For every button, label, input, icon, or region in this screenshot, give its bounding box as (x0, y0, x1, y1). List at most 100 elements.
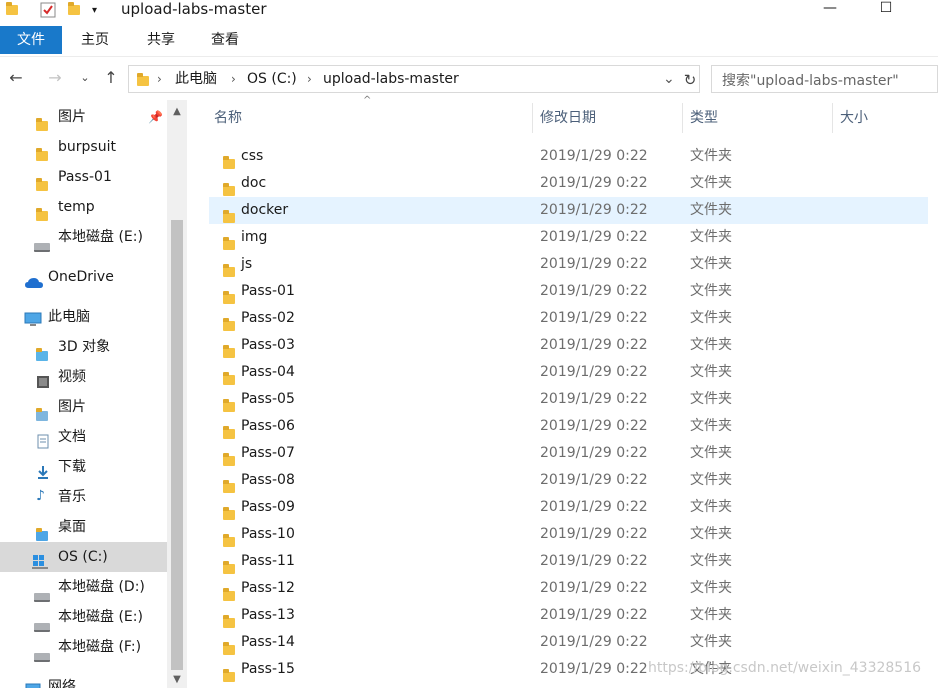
table-row[interactable]: doc 2019/1/29 0:22 文件夹 (209, 170, 928, 197)
customize-toolbar-chevron-icon[interactable]: ▾ (92, 0, 97, 20)
file-type: 文件夹 (690, 499, 732, 515)
pin-icon: 📌 (148, 110, 163, 124)
sidebar-item-network[interactable]: 网络 (0, 672, 167, 688)
sidebar-item-drive-f[interactable]: 本地磁盘 (F:) (0, 632, 167, 662)
column-divider[interactable] (532, 103, 533, 133)
sidebar-item-label: 本地磁盘 (D:) (58, 579, 145, 595)
tab-share[interactable]: 共享 (136, 26, 186, 54)
file-name: img (241, 229, 268, 245)
breadcrumb-chevron-icon[interactable]: › (307, 70, 312, 88)
table-row[interactable]: Pass-06 2019/1/29 0:22 文件夹 (209, 413, 928, 440)
table-row[interactable]: docker 2019/1/29 0:22 文件夹 (209, 197, 928, 224)
tab-view[interactable]: 查看 (200, 26, 250, 54)
tab-home[interactable]: 主页 (70, 26, 120, 54)
breadcrumb-os-c[interactable]: OS (C:) (247, 70, 297, 88)
column-header-type[interactable]: 类型 (690, 103, 718, 133)
breadcrumb-upload-labs-master[interactable]: upload-labs-master (323, 70, 459, 88)
ribbon-tabs: 文件 主页 共享 查看 (0, 26, 938, 57)
table-row[interactable]: img 2019/1/29 0:22 文件夹 (209, 224, 928, 251)
minimize-button[interactable]: — (810, 0, 850, 20)
recent-locations-chevron-icon[interactable]: ⌄ (74, 67, 96, 89)
column-divider[interactable] (682, 103, 683, 133)
sidebar-item-onedrive[interactable]: OneDrive (0, 262, 167, 292)
sidebar-item-os-c[interactable]: OS (C:) (0, 542, 167, 572)
back-button[interactable]: ← (5, 67, 27, 89)
file-name: Pass-06 (241, 418, 295, 434)
sidebar-scrollbar[interactable]: ▲ ▼ (167, 100, 187, 688)
refresh-icon[interactable]: ↻ (679, 69, 701, 91)
file-date: 2019/1/29 0:22 (540, 391, 648, 407)
sidebar-item-temp[interactable]: temp (0, 192, 167, 222)
file-type: 文件夹 (690, 580, 732, 596)
sidebar-item-desktop[interactable]: 桌面 (0, 512, 167, 542)
scroll-up-icon[interactable]: ▲ (167, 104, 187, 120)
sidebar-item-pictures-pinned[interactable]: 图片 📌 (0, 102, 167, 132)
file-date: 2019/1/29 0:22 (540, 445, 648, 461)
table-row[interactable]: Pass-05 2019/1/29 0:22 文件夹 (209, 386, 928, 413)
breadcrumb-this-pc[interactable]: 此电脑 (175, 70, 217, 88)
sidebar-item-drive-d[interactable]: 本地磁盘 (D:) (0, 572, 167, 602)
sidebar-item-documents[interactable]: 文档 (0, 422, 167, 452)
breadcrumb-chevron-icon[interactable]: › (157, 70, 162, 88)
sidebar-item-drive-e-quick[interactable]: 本地磁盘 (E:) (0, 222, 167, 252)
file-type: 文件夹 (690, 607, 732, 623)
table-row[interactable]: Pass-10 2019/1/29 0:22 文件夹 (209, 521, 928, 548)
network-icon (24, 678, 42, 688)
tab-file[interactable]: 文件 (0, 26, 62, 54)
file-date: 2019/1/29 0:22 (540, 472, 648, 488)
table-row[interactable]: Pass-07 2019/1/29 0:22 文件夹 (209, 440, 928, 467)
file-type: 文件夹 (690, 256, 732, 272)
column-header-name[interactable]: 名称 (214, 103, 242, 133)
new-folder-icon[interactable] (68, 0, 80, 20)
file-type: 文件夹 (690, 283, 732, 299)
file-type: 文件夹 (690, 553, 732, 569)
sidebar-item-pass-01[interactable]: Pass-01 (0, 162, 167, 192)
table-row[interactable]: Pass-03 2019/1/29 0:22 文件夹 (209, 332, 928, 359)
sidebar-item-label: 文档 (58, 429, 86, 445)
table-row[interactable]: Pass-12 2019/1/29 0:22 文件夹 (209, 575, 928, 602)
sort-ascending-icon: ^ (363, 95, 372, 106)
sidebar-item-music[interactable]: ♪ 音乐 (0, 482, 167, 512)
maximize-button[interactable]: ☐ (866, 0, 906, 20)
sidebar-item-this-pc[interactable]: 此电脑 (0, 302, 167, 332)
sidebar-item-pictures[interactable]: 图片 (0, 392, 167, 422)
table-row[interactable]: Pass-11 2019/1/29 0:22 文件夹 (209, 548, 928, 575)
breadcrumb-chevron-icon[interactable]: › (231, 70, 236, 88)
table-row[interactable]: js 2019/1/29 0:22 文件夹 (209, 251, 928, 278)
file-type: 文件夹 (690, 634, 732, 650)
column-header-size[interactable]: 大小 (840, 103, 868, 133)
sidebar-item-burpsuit[interactable]: burpsuit (0, 132, 167, 162)
forward-button[interactable]: → (44, 67, 66, 89)
properties-check-icon[interactable] (40, 0, 56, 20)
scroll-down-icon[interactable]: ▼ (167, 672, 187, 688)
sidebar-item-label: OneDrive (48, 269, 114, 285)
sidebar-item-label: burpsuit (58, 139, 116, 155)
table-row[interactable]: Pass-09 2019/1/29 0:22 文件夹 (209, 494, 928, 521)
file-type: 文件夹 (690, 364, 732, 380)
sidebar-item-label: temp (58, 199, 95, 215)
sidebar-item-downloads[interactable]: 下载 (0, 452, 167, 482)
sidebar-item-3d-objects[interactable]: 3D 对象 (0, 332, 167, 362)
table-row[interactable]: css 2019/1/29 0:22 文件夹 (209, 143, 928, 170)
sidebar-item-drive-e[interactable]: 本地磁盘 (E:) (0, 602, 167, 632)
table-row[interactable]: Pass-14 2019/1/29 0:22 文件夹 (209, 629, 928, 656)
search-input[interactable]: 搜索"upload-labs-master" (711, 65, 938, 93)
sidebar-item-videos[interactable]: 视频 (0, 362, 167, 392)
address-bar[interactable]: › 此电脑 › OS (C:) › upload-labs-master ⌄ (128, 65, 700, 93)
table-row[interactable]: Pass-01 2019/1/29 0:22 文件夹 (209, 278, 928, 305)
column-header-date[interactable]: 修改日期 (540, 103, 596, 133)
column-divider[interactable] (832, 103, 833, 133)
file-name: Pass-03 (241, 337, 295, 353)
file-name: Pass-08 (241, 472, 295, 488)
table-row[interactable]: Pass-02 2019/1/29 0:22 文件夹 (209, 305, 928, 332)
address-dropdown-chevron-icon[interactable]: ⌄ (663, 70, 675, 88)
sidebar-item-label: 3D 对象 (58, 339, 111, 355)
table-row[interactable]: Pass-08 2019/1/29 0:22 文件夹 (209, 467, 928, 494)
scrollbar-thumb[interactable] (171, 220, 183, 670)
table-row[interactable]: Pass-04 2019/1/29 0:22 文件夹 (209, 359, 928, 386)
quick-access-folder-icon[interactable] (6, 0, 18, 20)
drive-icon (34, 233, 50, 263)
table-row[interactable]: Pass-13 2019/1/29 0:22 文件夹 (209, 602, 928, 629)
up-button[interactable]: ↑ (100, 67, 122, 89)
sidebar-item-label: 本地磁盘 (F:) (58, 639, 142, 655)
